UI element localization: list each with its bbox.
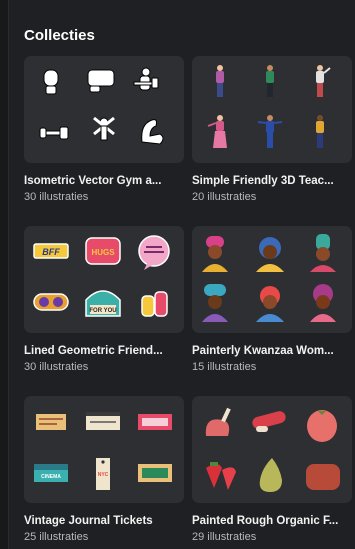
collection-card-food[interactable]: Painted Rough Organic F... 29 illustrati… — [192, 396, 352, 543]
collection-count: 15 illustraties — [192, 361, 257, 373]
collection-count: 29 illustraties — [192, 531, 257, 543]
woman-portrait-icon — [256, 237, 284, 272]
woman-portrait-icon — [202, 284, 228, 322]
teacher-figure-icon — [207, 115, 227, 148]
strawberry-icon — [206, 462, 236, 490]
collection-title: Lined Geometric Friend... — [24, 345, 163, 357]
section-title: Collecties — [24, 27, 95, 44]
friends-sticker-icon — [141, 291, 168, 317]
flexed-arm-icon — [141, 119, 164, 145]
woman-portrait-icon — [202, 236, 228, 272]
collection-thumbnail — [192, 56, 352, 163]
teacher-figure-icon — [266, 65, 274, 97]
jumping-jack-icon — [93, 116, 115, 141]
dumbbell-person-icon — [133, 67, 159, 91]
teacher-figure-icon — [316, 115, 324, 148]
ticket-icon — [138, 464, 172, 482]
fist-icon — [87, 69, 115, 93]
collection-title: Isometric Vector Gym a... — [24, 175, 162, 187]
ticket-icon — [36, 414, 66, 430]
bff-sticker-icon: BFF — [33, 243, 69, 259]
teacher-figure-icon — [216, 65, 224, 97]
collection-count: 20 illustraties — [192, 191, 257, 203]
hugs-sticker-icon: HUGS — [85, 237, 121, 265]
collection-thumbnail: BFF HUGS FOR YOU — [24, 226, 184, 333]
collection-thumbnail — [192, 226, 352, 333]
collection-thumbnail — [24, 56, 184, 163]
woman-portrait-icon — [256, 286, 284, 322]
hugs-text: HUGS — [91, 248, 115, 257]
nyc-text: NYC — [98, 472, 109, 478]
collection-title: Painted Rough Organic F... — [192, 515, 339, 527]
collection-thumbnail — [192, 396, 352, 503]
teacher-figure-icon — [257, 115, 283, 148]
collection-card-kwanzaa[interactable]: Painterly Kwanzaa Wom... 15 illustraties — [192, 226, 352, 373]
tomato-icon — [307, 410, 337, 442]
bread-icon — [306, 464, 340, 490]
pear-icon — [259, 458, 282, 492]
collection-title: Painterly Kwanzaa Wom... — [192, 345, 334, 357]
woman-portrait-icon — [310, 234, 336, 272]
dumbbell-icon — [39, 126, 69, 140]
for-you-text: FOR YOU — [89, 308, 116, 314]
collection-card-gym[interactable]: Isometric Vector Gym a... 30 illustratie… — [24, 56, 184, 203]
collection-count: 25 illustraties — [24, 531, 89, 543]
glasses-sticker-icon — [33, 293, 69, 311]
bff-text: BFF — [42, 247, 60, 257]
woman-portrait-icon — [310, 284, 336, 322]
collection-count: 30 illustraties — [24, 361, 89, 373]
collection-title: Vintage Journal Tickets — [24, 515, 153, 527]
speech-bubble-sticker-icon — [138, 235, 170, 270]
teacher-figure-icon — [316, 65, 331, 97]
collection-card-tickets[interactable]: CINEMA NYC Vintage Journal Tickets 25 il… — [24, 396, 184, 543]
cinema-text: CINEMA — [41, 474, 61, 480]
tag-ticket-icon: NYC — [96, 458, 110, 490]
for-you-sticker-icon: FOR YOU — [85, 290, 121, 317]
boxing-glove-icon — [43, 69, 59, 95]
collection-title: Simple Friendly 3D Teac... — [192, 175, 334, 187]
ticket-icon: CINEMA — [34, 464, 68, 482]
collection-count: 30 illustraties — [24, 191, 89, 203]
ticket-icon — [86, 412, 120, 430]
meat-icon — [205, 407, 231, 436]
ticket-icon — [138, 414, 172, 430]
collection-thumbnail: CINEMA NYC — [24, 396, 184, 503]
sausage-icon — [252, 411, 286, 432]
collection-card-teachers[interactable]: Simple Friendly 3D Teac... 20 illustrati… — [192, 56, 352, 203]
collection-card-friends[interactable]: BFF HUGS FOR YOU Lined Geometric Friend.… — [24, 226, 184, 373]
